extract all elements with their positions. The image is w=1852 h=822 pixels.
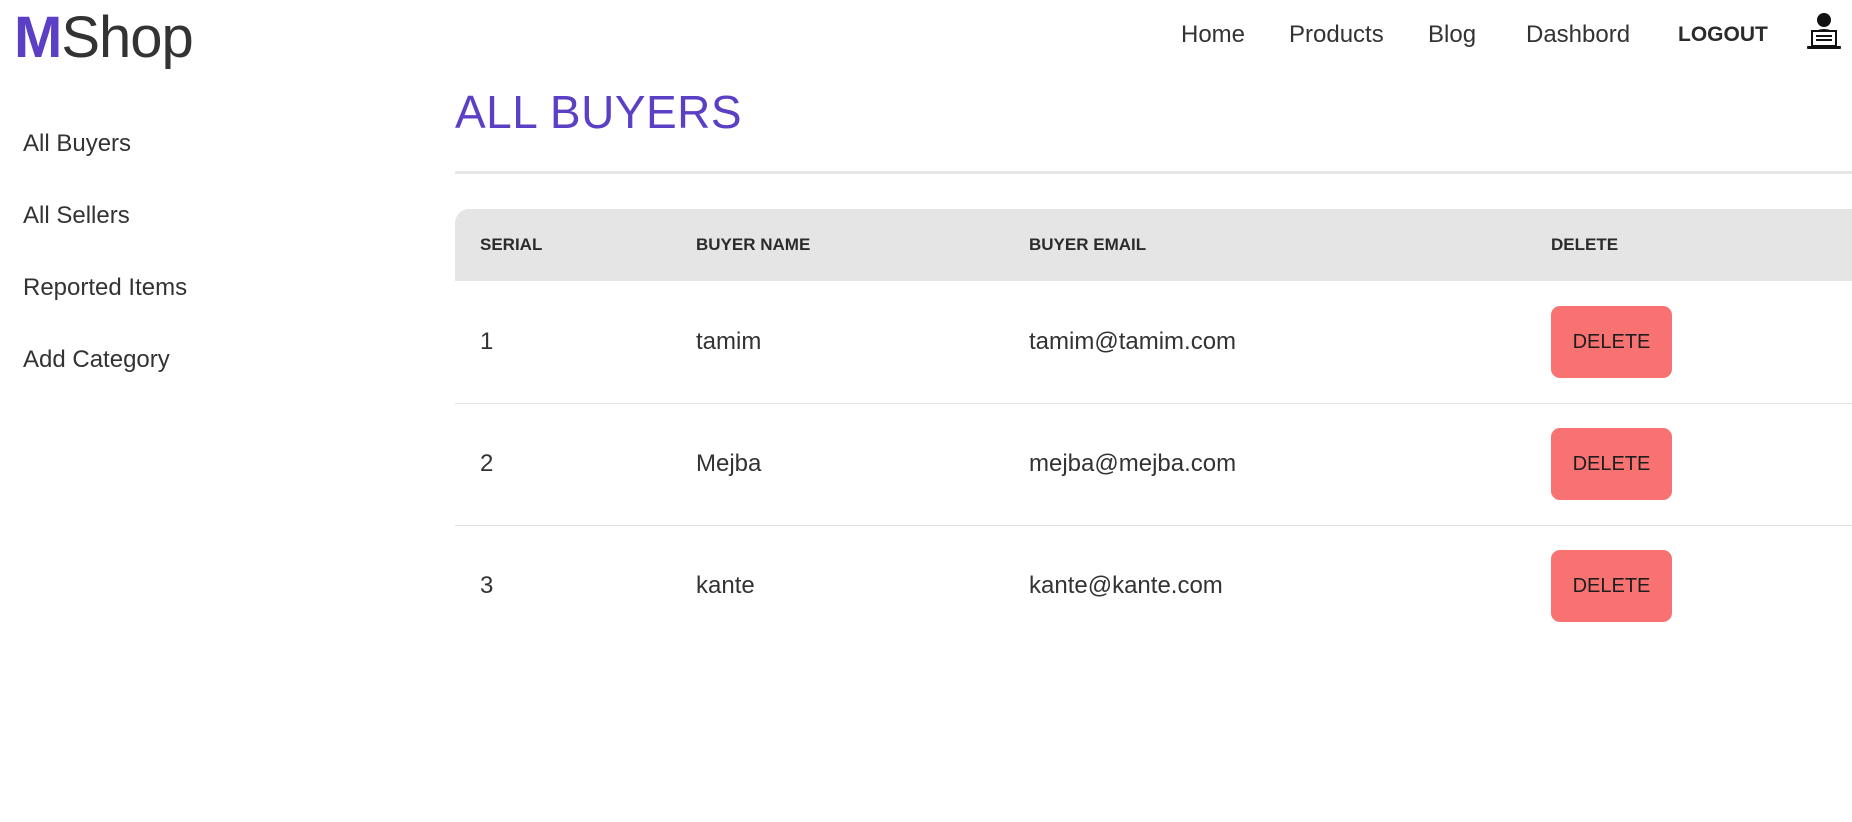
cell-delete: DELETE [1551,403,1852,525]
delete-button[interactable]: DELETE [1551,550,1672,623]
table-body: 1 tamim tamim@tamim.com DELETE 2 Mejba m… [455,281,1852,647]
delete-button[interactable]: DELETE [1551,428,1672,500]
sidebar-item-reported-items[interactable]: Reported Items [23,274,187,302]
sidebar-item-all-buyers[interactable]: All Buyers [23,130,131,158]
table-header: SERIAL BUYER NAME BUYER EMAIL DELETE [455,209,1852,281]
table-row: 3 kante kante@kante.com DELETE [455,525,1852,647]
brand-name: Shop [61,5,193,70]
cell-buyer-email: mejba@mejba.com [1029,450,1237,477]
cell-buyer-email: tamim@tamim.com [1029,327,1237,355]
cell-serial: 2 [480,450,494,477]
cell-serial: 3 [480,572,494,600]
sidebar-item-add-category[interactable]: Add Category [23,346,170,374]
column-header-buyer-name: BUYER NAME [696,235,811,254]
column-header-buyer-email: BUYER EMAIL [1029,235,1147,254]
cell-buyer-name: kante [696,572,755,600]
buyers-table-container: SERIAL BUYER NAME BUYER EMAIL DELETE 1 t… [455,209,1852,647]
brand-logo[interactable]: MShop [14,4,194,72]
nav-blog-link[interactable]: Blog [1428,21,1476,49]
logout-button[interactable]: LOGOUT [1678,23,1768,47]
sidebar-item-all-sellers[interactable]: All Sellers [23,202,130,230]
table-header-row: SERIAL BUYER NAME BUYER EMAIL DELETE [455,209,1852,281]
nav-dashboard-link[interactable]: Dashbord [1526,21,1630,49]
user-laptop-icon[interactable] [1805,12,1843,52]
table-row: 1 tamim tamim@tamim.com DELETE [455,281,1852,403]
nav-products-link[interactable]: Products [1289,21,1384,49]
title-divider [455,171,1852,174]
cell-serial: 1 [480,327,494,355]
top-navbar: MShop Home Products Blog Dashbord LOGOUT [0,0,1852,75]
buyers-table: SERIAL BUYER NAME BUYER EMAIL DELETE 1 t… [455,209,1852,647]
nav-home-link[interactable]: Home [1181,21,1245,49]
column-header-serial: SERIAL [480,235,543,254]
cell-buyer-email: kante@kante.com [1029,572,1223,600]
cell-buyer-name: tamim [696,327,762,355]
cell-delete: DELETE [1551,281,1852,403]
column-header-delete: DELETE [1551,235,1619,254]
cell-buyer-name: Mejba [696,450,762,477]
brand-initial: M [14,5,62,70]
delete-button[interactable]: DELETE [1551,305,1672,378]
cell-delete: DELETE [1551,525,1852,647]
page-title: ALL BUYERS [455,86,743,138]
table-row: 2 Mejba mejba@mejba.com DELETE [455,403,1852,525]
